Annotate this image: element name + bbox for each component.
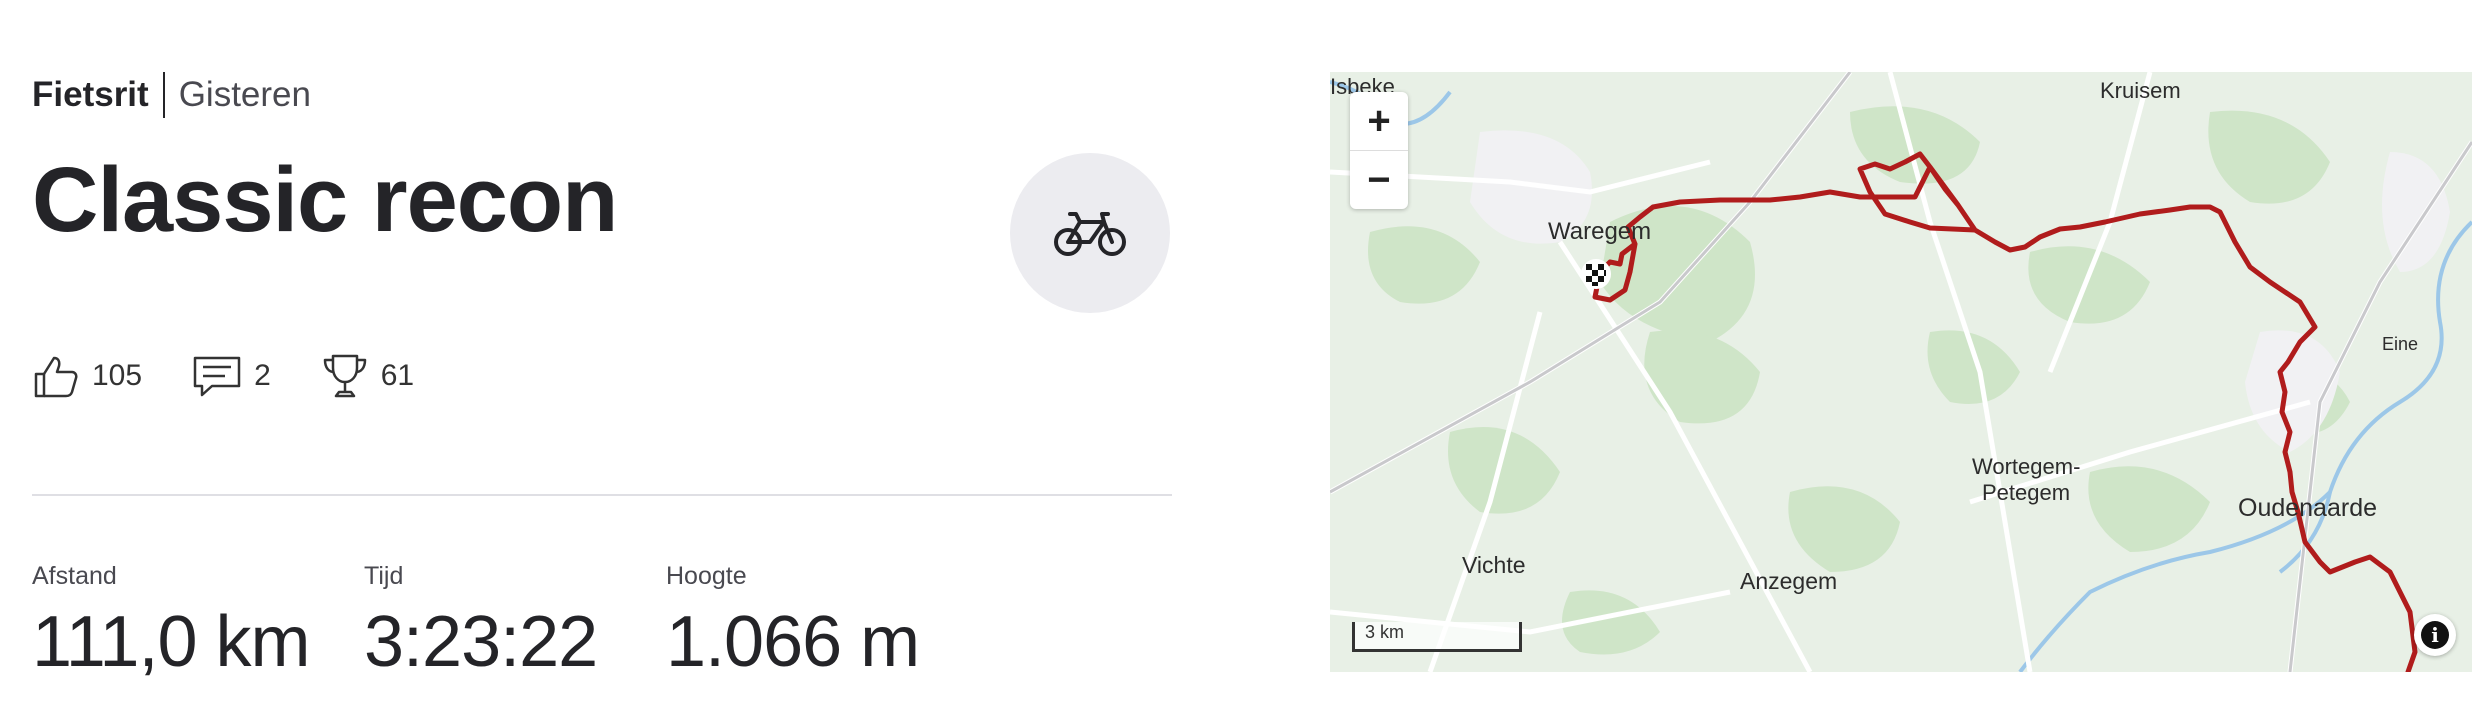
achievements-button[interactable]: 61 — [321, 352, 414, 400]
meta-separator — [162, 72, 165, 118]
social-bar: 105 2 61 — [32, 352, 464, 400]
stat-label: Afstand — [32, 562, 117, 590]
stat-elevation: Hoogte 1.066 m — [666, 562, 920, 683]
place-label: Oudenaarde — [2238, 494, 2378, 522]
comments-button[interactable]: 2 — [192, 354, 271, 398]
info-icon: i — [2421, 621, 2449, 649]
zoom-controls: + − — [1350, 92, 1408, 209]
finish-flag-icon — [1581, 259, 1611, 289]
place-label: Kruisem — [2100, 78, 2181, 103]
map-scale: 3 km — [1352, 622, 1522, 652]
stat-value: 111,0 km — [32, 602, 310, 682]
place-label: Petegem — [1982, 480, 2071, 505]
kudos-button[interactable]: 105 — [32, 352, 142, 400]
activity-meta: Fietsrit Gisteren — [32, 72, 311, 118]
kudos-count: 105 — [92, 359, 143, 392]
place-label: Waregem — [1548, 218, 1652, 245]
comment-icon — [193, 356, 241, 397]
sport-badge — [1010, 153, 1170, 313]
stat-value: 1.066 m — [666, 602, 920, 682]
stat-label: Tijd — [364, 562, 404, 590]
zoom-out-button[interactable]: − — [1350, 150, 1408, 209]
map-canvas — [1330, 72, 2472, 672]
activity-date: Gisteren — [178, 75, 311, 114]
map-info-button[interactable]: i — [2414, 614, 2456, 656]
place-label: Anzegem — [1740, 568, 1838, 594]
achievements-count: 61 — [380, 359, 415, 392]
stat-label: Hoogte — [666, 562, 747, 590]
bike-icon — [1054, 212, 1126, 256]
activity-summary: Fietsrit Gisteren Classic recon 105 2 61… — [32, 0, 1172, 714]
stat-time: Tijd 3:23:22 — [364, 562, 598, 683]
thumbs-up-icon — [34, 356, 78, 398]
place-label: Wortegem- — [1972, 454, 2081, 479]
comments-count: 2 — [254, 359, 271, 392]
trophy-icon — [323, 354, 366, 398]
activity-title: Classic recon — [32, 149, 618, 251]
stat-distance: Afstand 111,0 km — [32, 562, 310, 683]
place-label: Vichte — [1462, 552, 1526, 578]
route-map[interactable]: Isbeke Kruisem Waregem Eine Wortegem- Pe… — [1330, 72, 2472, 672]
activity-type: Fietsrit — [32, 75, 149, 114]
zoom-in-button[interactable]: + — [1350, 92, 1408, 150]
place-label: Eine — [2382, 334, 2419, 354]
divider — [32, 494, 1172, 496]
stat-value: 3:23:22 — [364, 602, 598, 682]
